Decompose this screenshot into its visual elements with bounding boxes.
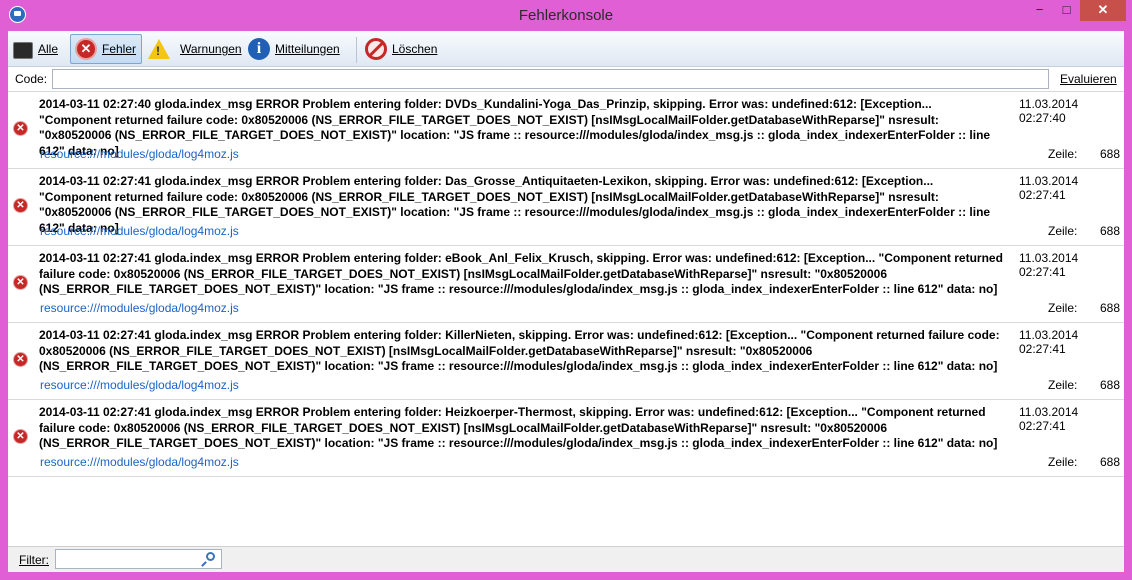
- line-label: Zeile:: [1048, 147, 1078, 161]
- entry-line: Zeile: 688: [1048, 378, 1120, 392]
- line-label: Zeile:: [1048, 301, 1078, 315]
- window-title: Fehlerkonsole: [518, 7, 614, 24]
- entry-timestamp: 11.03.2014 02:27:41: [1019, 328, 1079, 356]
- error-icon: ✕: [13, 198, 28, 213]
- entry-timestamp: 11.03.2014 02:27:41: [1019, 251, 1079, 279]
- error-icon: ✕: [75, 38, 97, 60]
- line-number: 688: [1099, 378, 1120, 392]
- error-icon: ✕: [13, 429, 28, 444]
- filter-all-button[interactable]: Alle: [9, 34, 65, 64]
- maximize-button[interactable]: □: [1053, 0, 1080, 21]
- client-area: Alle ✕ Fehler ! Warnungen i Mitteilungen…: [8, 31, 1124, 572]
- filter-bar: Filter:: [8, 546, 1124, 572]
- info-icon: i: [248, 38, 270, 60]
- console-entry[interactable]: ✕ 2014-03-11 02:27:41 gloda.index_msg ER…: [8, 400, 1124, 477]
- console-icon: [13, 41, 33, 59]
- code-bar: Code: Evaluieren: [8, 67, 1124, 92]
- error-icon: ✕: [13, 352, 28, 367]
- error-console-window: Fehlerkonsole − □ ✕ Alle ✕ Fehler ! Warn…: [0, 0, 1132, 580]
- console-message-list[interactable]: ✕ 2014-03-11 02:27:40 gloda.index_msg ER…: [8, 92, 1124, 546]
- entry-line: Zeile: 688: [1048, 455, 1120, 469]
- console-entry[interactable]: ✕ 2014-03-11 02:27:41 gloda.index_msg ER…: [8, 246, 1124, 323]
- entry-line: Zeile: 688: [1048, 301, 1120, 315]
- code-input[interactable]: [52, 69, 1049, 89]
- line-label: Zeile:: [1048, 224, 1078, 238]
- entry-message: 2014-03-11 02:27:41 gloda.index_msg ERRO…: [39, 405, 998, 450]
- line-label: Zeile:: [1048, 455, 1078, 469]
- evaluate-button[interactable]: Evaluieren: [1060, 72, 1117, 86]
- line-number: 688: [1099, 455, 1120, 469]
- filter-errors-button[interactable]: ✕ Fehler: [70, 34, 142, 64]
- entry-line: Zeile: 688: [1048, 147, 1120, 161]
- warning-icon: !: [148, 39, 170, 59]
- toolbar-separator: [356, 37, 357, 63]
- search-icon[interactable]: [206, 552, 215, 561]
- filter-errors-label: Fehler: [102, 42, 137, 56]
- title-bar: Fehlerkonsole − □ ✕: [0, 0, 1132, 31]
- console-entry[interactable]: ✕ 2014-03-11 02:27:41 gloda.index_msg ER…: [8, 169, 1124, 246]
- entry-source-link[interactable]: resource:///modules/gloda/log4moz.js: [40, 455, 239, 469]
- entry-message: 2014-03-11 02:27:41 gloda.index_msg ERRO…: [39, 328, 1000, 373]
- line-number: 688: [1099, 224, 1120, 238]
- toolbar: Alle ✕ Fehler ! Warnungen i Mitteilungen…: [8, 31, 1124, 67]
- clear-icon: [365, 38, 387, 60]
- entry-timestamp: 11.03.2014 02:27:40: [1019, 97, 1079, 125]
- close-button[interactable]: ✕: [1080, 0, 1126, 21]
- entry-line: Zeile: 688: [1048, 224, 1120, 238]
- minimize-button[interactable]: −: [1026, 0, 1053, 21]
- clear-label: Löschen: [392, 42, 438, 56]
- filter-input[interactable]: [55, 549, 222, 569]
- console-entry[interactable]: ✕ 2014-03-11 02:27:41 gloda.index_msg ER…: [8, 323, 1124, 400]
- line-number: 688: [1099, 301, 1120, 315]
- code-label: Code:: [15, 72, 48, 86]
- error-icon: ✕: [13, 121, 28, 136]
- entry-source-link[interactable]: resource:///modules/gloda/log4moz.js: [40, 224, 239, 238]
- filter-warnings-button[interactable]: ! Warnungen: [144, 34, 242, 64]
- entry-source-link[interactable]: resource:///modules/gloda/log4moz.js: [40, 147, 239, 161]
- line-number: 688: [1099, 147, 1120, 161]
- filter-label: Filter:: [19, 553, 49, 567]
- entry-timestamp: 11.03.2014 02:27:41: [1019, 174, 1079, 202]
- filter-messages-button[interactable]: i Mitteilungen: [244, 34, 352, 64]
- entry-source-link[interactable]: resource:///modules/gloda/log4moz.js: [40, 301, 239, 315]
- clear-button[interactable]: Löschen: [361, 34, 441, 64]
- filter-messages-label: Mitteilungen: [275, 42, 340, 56]
- entry-source-link[interactable]: resource:///modules/gloda/log4moz.js: [40, 378, 239, 392]
- entry-timestamp: 11.03.2014 02:27:41: [1019, 405, 1079, 433]
- filter-warnings-label: Warnungen: [180, 42, 242, 56]
- entry-message: 2014-03-11 02:27:41 gloda.index_msg ERRO…: [39, 251, 1003, 296]
- error-icon: ✕: [13, 275, 28, 290]
- console-entry[interactable]: ✕ 2014-03-11 02:27:40 gloda.index_msg ER…: [8, 92, 1124, 169]
- filter-all-label: Alle: [38, 42, 59, 56]
- line-label: Zeile:: [1048, 378, 1078, 392]
